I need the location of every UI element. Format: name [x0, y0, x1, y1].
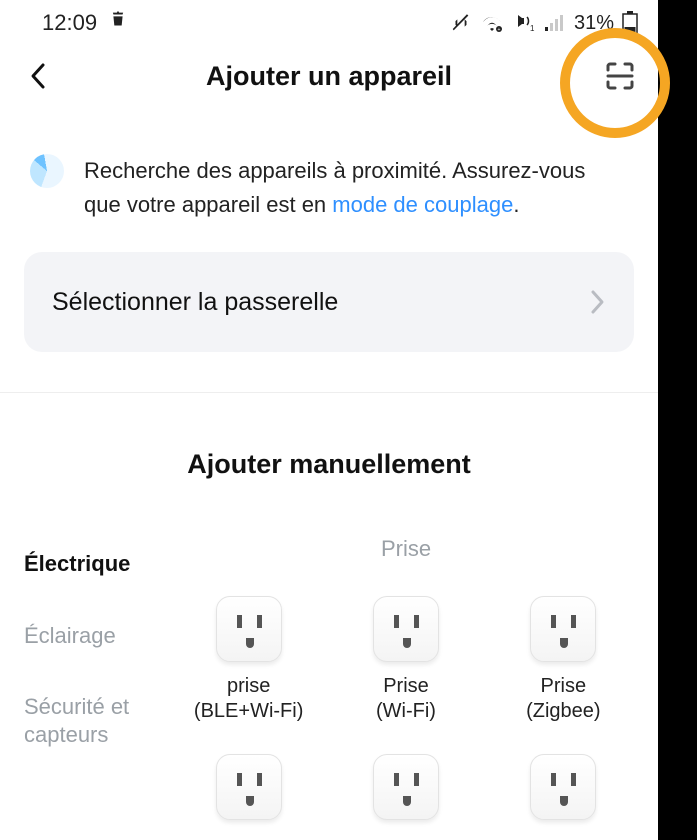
svg-text:1: 1 — [530, 24, 535, 33]
app-header: Ajouter un appareil — [0, 46, 658, 106]
product-label: prise(BLE+Wi-Fi) — [194, 674, 303, 724]
notification-icon — [107, 9, 129, 37]
svg-text:+: + — [498, 27, 501, 33]
catalog: Électrique Éclairage Sécurité et capteur… — [0, 536, 658, 820]
product-zigbee[interactable]: Prise(Zigbee) — [488, 596, 638, 724]
wifi-icon: + — [480, 13, 504, 33]
product-label: Prise(Wi-Fi) — [376, 674, 436, 724]
product-partial[interactable] — [331, 754, 481, 820]
product-label: Prise(Zigbee) — [526, 674, 600, 724]
volte-icon: 1 — [512, 13, 536, 33]
plug-icon — [216, 596, 282, 662]
product-area: Prise prise(BLE+Wi-Fi) Prise(Wi-Fi) Pris… — [170, 536, 658, 820]
category-electrique[interactable]: Électrique — [24, 536, 170, 608]
category-eclairage[interactable]: Éclairage — [24, 608, 170, 680]
section-label: Prise — [170, 536, 642, 562]
info-text-post: . — [513, 192, 519, 217]
category-list: Électrique Éclairage Sécurité et capteur… — [0, 536, 170, 820]
plug-icon — [530, 754, 596, 820]
add-manually-title: Ajouter manuellement — [0, 449, 658, 480]
product-partial[interactable] — [488, 754, 638, 820]
scan-icon — [605, 61, 635, 91]
select-gateway-row[interactable]: Sélectionner la passerelle — [24, 252, 634, 352]
vibrate-icon — [450, 12, 472, 34]
info-text: Recherche des appareils à proximité. Ass… — [84, 154, 628, 222]
gateway-label: Sélectionner la passerelle — [52, 288, 338, 317]
product-partial[interactable] — [174, 754, 324, 820]
status-time: 12:09 — [42, 10, 97, 36]
device-frame-edge — [658, 0, 697, 840]
battery-percent: 31% — [574, 12, 614, 35]
product-grid: prise(BLE+Wi-Fi) Prise(Wi-Fi) Prise(Zigb… — [170, 596, 642, 724]
proximity-info: Recherche des appareils à proximité. Ass… — [0, 106, 658, 242]
chevron-right-icon — [590, 289, 606, 315]
product-ble-wifi[interactable]: prise(BLE+Wi-Fi) — [174, 596, 324, 724]
chevron-left-icon — [29, 62, 47, 90]
plug-icon — [216, 754, 282, 820]
product-wifi[interactable]: Prise(Wi-Fi) — [331, 596, 481, 724]
pairing-mode-link[interactable]: mode de couplage — [332, 192, 513, 217]
category-securite[interactable]: Sécurité et capteurs — [24, 679, 170, 778]
product-grid-row2 — [170, 754, 642, 820]
page-title: Ajouter un appareil — [0, 61, 658, 92]
plug-icon — [373, 596, 439, 662]
back-button[interactable] — [18, 56, 58, 96]
divider — [0, 392, 658, 393]
plug-icon — [530, 596, 596, 662]
battery-icon — [622, 11, 638, 35]
status-bar: 12:09 + 1 31% — [0, 0, 658, 46]
signal-icon — [544, 13, 566, 33]
plug-icon — [373, 754, 439, 820]
radar-icon — [30, 154, 64, 188]
scan-button[interactable] — [600, 56, 640, 96]
